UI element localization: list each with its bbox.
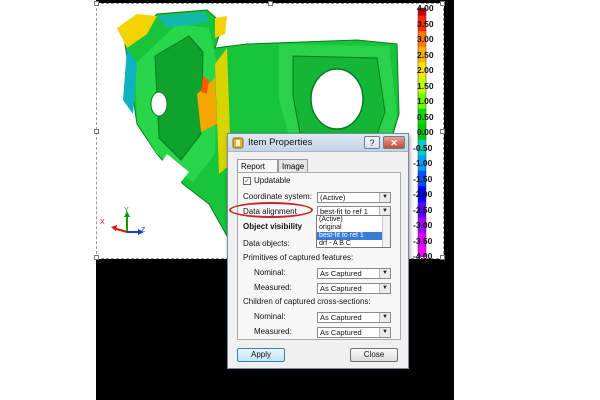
children-nominal-select[interactable]: As Captured ▼ <box>317 312 391 323</box>
help-button[interactable]: ? <box>364 136 380 149</box>
item-properties-dialog: Item Properties ? ✕ Report item Image ✓ … <box>227 133 409 369</box>
primitives-section-label: Primitives of captured features: <box>243 253 354 262</box>
item-properties-icon <box>232 137 244 149</box>
coordinate-system-value: (Active) <box>320 193 346 202</box>
updatable-label: Updatable <box>254 176 291 185</box>
chevron-down-icon[interactable]: ▼ <box>379 193 390 202</box>
resize-handle-bottom-right[interactable] <box>440 255 445 260</box>
resize-handle-bottom-left[interactable] <box>94 255 99 260</box>
scale-tick-label: 3.00 <box>417 34 434 44</box>
scale-tick-label: -4.00 <box>413 251 433 261</box>
resize-handle-top-left[interactable] <box>94 1 99 6</box>
children-measured-select[interactable]: As Captured ▼ <box>317 327 391 338</box>
primitives-nominal-select[interactable]: As Captured ▼ <box>317 268 391 279</box>
children-measured-label: Measured: <box>254 327 292 336</box>
data-alignment-highlight-ellipse <box>229 202 313 218</box>
resize-handle-right[interactable] <box>440 129 445 134</box>
chevron-down-icon[interactable]: ▼ <box>379 313 390 322</box>
scale-tick-label: -1.00 <box>413 158 433 168</box>
axis-x-label: X <box>100 219 105 226</box>
scale-tick-label: 2.50 <box>417 49 434 60</box>
children-nominal-value: As Captured <box>320 313 362 322</box>
scale-tick-label: 4.00 <box>417 3 434 13</box>
primitives-measured-value: As Captured <box>320 284 362 293</box>
report-item-panel: ✓ Updatable Coordinate system: (Active) … <box>237 172 401 340</box>
resize-handle-top-right[interactable] <box>440 1 445 6</box>
resize-handle-top[interactable] <box>268 1 273 6</box>
scale-tick-label: -3.50 <box>413 235 433 246</box>
scale-tick-label: 3.50 <box>417 18 434 29</box>
close-button[interactable]: Close <box>350 348 398 362</box>
object-visibility-heading: Object visibility <box>243 222 303 231</box>
dropdown-scrollbar[interactable] <box>382 216 390 247</box>
scale-tick-label: 0.50 <box>417 111 434 122</box>
primitives-nominal-value: As Captured <box>320 269 362 278</box>
scale-tick-label: 1.00 <box>417 96 434 106</box>
dialog-title: Item Properties <box>248 137 313 148</box>
chevron-down-icon[interactable]: ▼ <box>379 284 390 293</box>
scale-tick-label: -2.50 <box>413 204 433 215</box>
primitives-nominal-label: Nominal: <box>254 268 286 277</box>
axis-z-label: Z <box>141 227 146 234</box>
alignment-option[interactable]: (Active) <box>317 216 390 224</box>
tab-image[interactable]: Image <box>278 159 308 172</box>
data-objects-label: Data objects: <box>243 239 290 248</box>
coordinate-system-select[interactable]: (Active) ▼ <box>317 192 391 203</box>
children-measured-value: As Captured <box>320 328 362 337</box>
dialog-titlebar[interactable]: Item Properties ? ✕ <box>228 134 408 152</box>
axis-y-label: Y <box>124 207 129 214</box>
scale-tick-label: -2.00 <box>413 189 433 199</box>
chevron-down-icon[interactable]: ▼ <box>379 269 390 278</box>
axis-triad <box>111 211 144 235</box>
primitives-measured-select[interactable]: As Captured ▼ <box>317 283 391 294</box>
alignment-option[interactable]: drf - A B C <box>317 240 390 248</box>
scale-tick-label: -0.50 <box>413 142 433 153</box>
tab-report-item[interactable]: Report item <box>237 159 278 184</box>
resize-handle-left[interactable] <box>94 129 99 134</box>
alignment-option-selected[interactable]: best-fit to ref 1 <box>317 232 390 240</box>
scale-tick-label: 2.00 <box>417 65 434 75</box>
apply-button[interactable]: Apply <box>237 348 285 362</box>
coordinate-system-label: Coordinate system: <box>243 192 312 201</box>
alignment-option[interactable]: original <box>317 224 390 232</box>
chevron-down-icon[interactable]: ▼ <box>379 328 390 337</box>
scale-tick-label: -1.50 <box>413 173 433 184</box>
children-nominal-label: Nominal: <box>254 312 286 321</box>
scale-tick-label: 1.50 <box>417 80 434 91</box>
scale-tick-label: 0.00 <box>417 127 434 137</box>
scale-tick-label: -3.00 <box>413 220 433 230</box>
primitives-measured-label: Measured: <box>254 283 292 292</box>
updatable-checkbox[interactable]: ✓ <box>243 177 251 185</box>
close-window-button[interactable]: ✕ <box>383 136 405 149</box>
children-section-label: Children of captured cross-sections: <box>243 297 371 306</box>
data-alignment-dropdown-list[interactable]: (Active) original best-fit to ref 1 drf … <box>316 215 391 248</box>
